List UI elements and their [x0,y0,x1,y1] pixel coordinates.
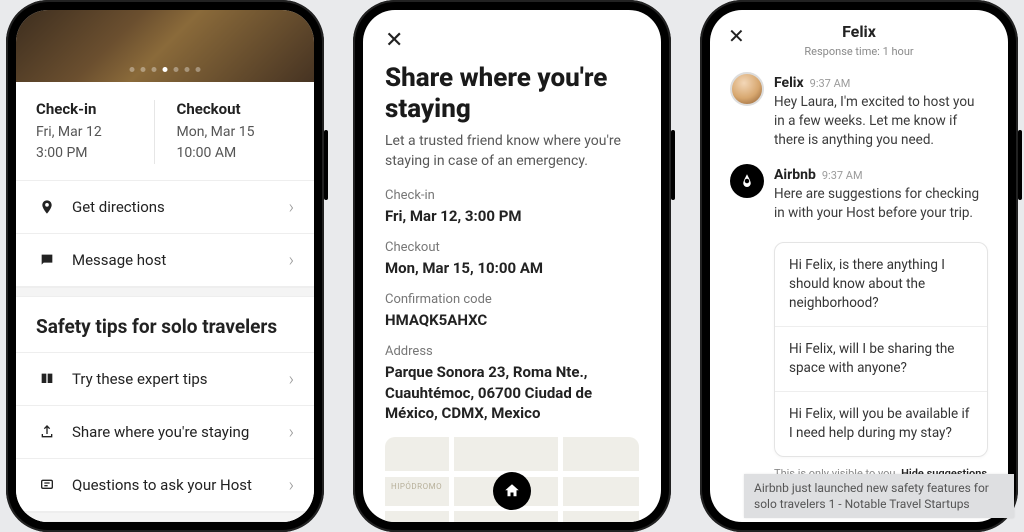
close-icon[interactable]: ✕ [385,24,639,63]
checkout-label: Checkout [385,240,639,255]
response-time: Response time: 1 hour [710,45,1008,58]
checkin-label: Check-in [385,188,639,203]
share-icon [36,421,58,443]
message-time: 9:37 AM [822,169,863,182]
host-questions-label: Questions to ask your Host [72,476,252,494]
checkout-date: Mon, Mar 15 [177,122,295,143]
message-text: Hey Laura, I'm excited to host you in a … [774,93,988,150]
phone-side-button [671,130,675,200]
share-subtitle: Let a trusted friend know where you're s… [385,132,639,171]
message-row: Felix 9:37 AM Hey Laura, I'm excited to h… [710,72,1008,164]
checkin-date: Fri, Mar 12 [36,122,154,143]
carousel-dots [130,67,201,72]
message-text: Here are suggestions for checking in wit… [774,185,988,223]
map-area-label: HIPÓDROMO [391,482,442,491]
suggestion-item[interactable]: Hi Felix, will you be available if I nee… [775,392,987,456]
phone-reservation: Check-in Fri, Mar 12 3:00 PM Checkout Mo… [6,0,324,532]
checkin-label: Check-in [36,100,154,118]
chat-title: Felix [842,22,876,41]
chat-icon [36,249,58,271]
chevron-right-icon: › [289,197,294,218]
address-label: Address [385,344,639,359]
map-preview[interactable]: HIPÓDROMO LA CONDESA [385,437,639,522]
expert-tips-label: Try these expert tips [72,370,208,388]
book-icon [36,368,58,390]
checkout-value: Mon, Mar 15, 10:00 AM [385,258,639,278]
phone-side-button [324,130,328,200]
image-caption-tooltip: Airbnb just launched new safety features… [744,474,1014,518]
suggestion-item[interactable]: Hi Felix, is there anything I should kno… [775,243,987,327]
close-icon[interactable]: ✕ [728,20,745,58]
suggestions-card: Hi Felix, is there anything I should kno… [774,242,988,456]
phone-share-sheet: ✕ Share where you're staying Let a trust… [353,0,671,532]
avatar-felix[interactable] [730,72,764,106]
message-host-label: Message host [72,251,166,269]
questions-icon [36,474,58,496]
checkout-time: 10:00 AM [177,143,295,164]
expert-tips-row[interactable]: Try these expert tips › [16,353,314,406]
safety-section-title: Safety tips for solo travelers [16,297,314,352]
checkin-value: Fri, Mar 12, 3:00 PM [385,206,639,226]
checkout-label: Checkout [177,100,295,118]
share-staying-row[interactable]: Share where you're staying › [16,406,314,459]
host-questions-row[interactable]: Questions to ask your Host › [16,459,314,512]
phone-chat: ✕ Felix Response time: 1 hour Felix 9:37 … [700,0,1018,532]
message-time: 9:37 AM [810,77,851,90]
message-host-row[interactable]: Message host › [16,234,314,287]
phone-side-button [1018,130,1022,200]
chevron-right-icon: › [289,422,294,443]
message-sender: Airbnb [774,167,816,183]
get-directions-label: Get directions [72,198,165,216]
check-dates: Check-in Fri, Mar 12 3:00 PM Checkout Mo… [16,82,314,180]
message-row: Airbnb 9:37 AM Here are suggestions for c… [710,164,1008,237]
chevron-right-icon: › [289,250,294,271]
chevron-right-icon: › [289,475,294,496]
map-home-pin [493,472,531,510]
confirmation-code-label: Confirmation code [385,292,639,307]
message-sender: Felix [774,75,804,91]
checkin-time: 3:00 PM [36,143,154,164]
confirmation-code-value: HMAQK5AHXC [385,310,639,330]
listing-photo[interactable] [16,10,314,82]
avatar-airbnb[interactable] [730,164,764,198]
share-title: Share where you're staying [385,63,639,124]
get-directions-row[interactable]: Get directions › [16,181,314,234]
share-staying-label: Share where you're staying [72,423,249,441]
suggestion-item[interactable]: Hi Felix, will I be sharing the space wi… [775,327,987,392]
map-pin-icon [36,196,58,218]
address-value: Parque Sonora 23, Roma Nte., Cuauhtémoc,… [385,362,639,423]
chevron-right-icon: › [289,369,294,390]
